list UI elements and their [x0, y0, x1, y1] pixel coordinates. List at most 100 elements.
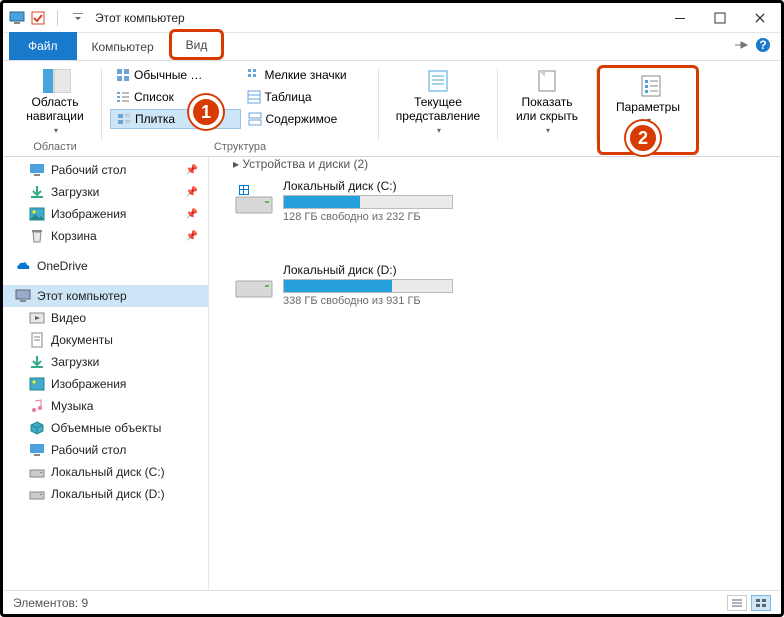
ribbon-group-panes-label: Области — [33, 141, 77, 155]
chevron-down-icon: ▾ — [54, 126, 58, 136]
drive-free-text: 338 ГБ свободно из 931 ГБ — [283, 295, 453, 307]
navigation-pane-button[interactable]: Область навигации ▾ — [17, 65, 93, 139]
nav-onedrive[interactable]: OneDrive — [3, 255, 208, 277]
content-icon — [248, 112, 262, 126]
minimize-button[interactable] — [665, 8, 695, 28]
nav-pictures2[interactable]: Изображения — [3, 373, 208, 395]
show-hide-button[interactable]: Показать или скрыть ▾ — [506, 65, 588, 139]
ribbon-group-current-view: Текущее представление ▾ — [379, 65, 497, 155]
nav-desktop[interactable]: Рабочий стол📌 — [3, 159, 208, 181]
chevron-down-icon: ▾ — [437, 126, 441, 136]
downloads-icon — [29, 354, 45, 370]
pictures-icon — [29, 376, 45, 392]
drive-name: Локальный диск (C:) — [283, 179, 453, 193]
downloads-icon — [29, 184, 45, 200]
layout-table[interactable]: Таблица — [241, 87, 371, 107]
recycle-icon — [29, 228, 45, 244]
ribbon-group-show-hide: Показать или скрыть ▾ — [498, 65, 596, 155]
current-view-label: Текущее представление — [393, 95, 483, 124]
ribbon-group-panes: Область навигации ▾ Области — [9, 65, 101, 155]
callout-badge-1: 1 — [189, 95, 223, 129]
monitor-icon — [9, 9, 27, 27]
pictures-icon — [29, 206, 45, 222]
pin-icon: 📌 — [186, 231, 198, 242]
content-pane: ▸ Устройства и диски (2) Локальный диск … — [209, 157, 781, 590]
options-icon — [636, 74, 660, 98]
layout-large[interactable]: Обычные … — [110, 65, 240, 85]
navigation-pane-icon — [43, 69, 67, 93]
nav-downloads2[interactable]: Загрузки — [3, 351, 208, 373]
nav-3d-objects[interactable]: Объемные объекты — [3, 417, 208, 439]
status-bar: Элементов: 9 — [3, 590, 781, 614]
pin-icon: 📌 — [186, 187, 198, 198]
section-header[interactable]: ▸ Устройства и диски (2) — [221, 157, 769, 177]
callout-badge-2: 2 — [626, 121, 660, 155]
current-view-icon — [426, 69, 450, 93]
nav-pictures[interactable]: Изображения📌 — [3, 203, 208, 225]
layout-small[interactable]: Мелкие значки — [241, 65, 371, 85]
large-icons-icon — [116, 68, 130, 82]
show-hide-icon — [535, 69, 559, 93]
tab-computer[interactable]: Компьютер — [77, 33, 169, 60]
view-details-button[interactable] — [727, 595, 747, 611]
drive-usage-bar — [283, 195, 453, 209]
checkbox-icon[interactable] — [29, 9, 47, 27]
cube-icon — [29, 420, 45, 436]
nav-videos[interactable]: Видео — [3, 307, 208, 329]
table-icon — [247, 90, 261, 104]
nav-disk-d[interactable]: Локальный диск (D:) — [3, 483, 208, 505]
pin-icon: 📌 — [186, 165, 198, 176]
tab-file[interactable]: Файл — [9, 32, 77, 60]
pin-icon: 📌 — [186, 209, 198, 220]
desktop-icon — [29, 442, 45, 458]
help-icon[interactable]: ? — [755, 37, 771, 53]
videos-icon — [29, 310, 45, 326]
ribbon-tabs: Файл Компьютер Вид ? — [3, 33, 781, 61]
nav-recycle[interactable]: Корзина📌 — [3, 225, 208, 247]
maximize-button[interactable] — [705, 8, 735, 28]
drive-tile[interactable]: Локальный диск (C:) 128 ГБ свободно из 2… — [233, 179, 483, 223]
music-icon — [29, 398, 45, 414]
svg-text:?: ? — [759, 38, 766, 52]
drive-usage-bar — [283, 279, 453, 293]
window-title: Этот компьютер — [95, 11, 665, 25]
nav-disk-c[interactable]: Локальный диск (C:) — [3, 461, 208, 483]
titlebar: Этот компьютер — [3, 3, 781, 33]
drive-icon — [233, 263, 275, 305]
show-hide-label: Показать или скрыть — [512, 95, 582, 124]
drive-icon — [233, 179, 275, 221]
drive-tile[interactable]: Локальный диск (D:) 338 ГБ свободно из 9… — [233, 263, 483, 307]
ribbon-group-layout: Обычные … Мелкие значки Список Таблица П… — [102, 65, 378, 155]
nav-downloads[interactable]: Загрузки📌 — [3, 181, 208, 203]
documents-icon — [29, 332, 45, 348]
close-button[interactable] — [745, 8, 775, 28]
disk-icon — [29, 486, 45, 502]
nav-music[interactable]: Музыка — [3, 395, 208, 417]
tab-view[interactable]: Вид — [169, 29, 225, 60]
nav-documents[interactable]: Документы — [3, 329, 208, 351]
explorer-window: Этот компьютер Файл Компьютер Вид ? Обла… — [0, 0, 784, 617]
window-controls — [665, 8, 775, 28]
small-icons-icon — [247, 68, 261, 82]
chevron-down-icon: ▾ — [546, 126, 550, 136]
disk-icon — [29, 464, 45, 480]
onedrive-icon — [15, 258, 31, 274]
nav-desktop2[interactable]: Рабочий стол — [3, 439, 208, 461]
desktop-icon — [29, 162, 45, 178]
navigation-pane-label: Область навигации — [23, 95, 87, 124]
drive-free-text: 128 ГБ свободно из 232 ГБ — [283, 211, 453, 223]
ribbon: Область навигации ▾ Области Обычные … Ме… — [3, 61, 781, 157]
nav-this-pc[interactable]: Этот компьютер — [3, 285, 208, 307]
current-view-button[interactable]: Текущее представление ▾ — [387, 65, 489, 139]
navigation-pane: Рабочий стол📌 Загрузки📌 Изображения📌 Кор… — [3, 157, 209, 590]
qat-dropdown[interactable] — [69, 9, 87, 27]
layout-content[interactable]: Содержимое — [242, 109, 371, 129]
computer-icon — [15, 288, 31, 304]
ribbon-group-layout-label: Структура — [214, 141, 266, 155]
options-label: Параметры — [616, 100, 680, 114]
pin-icon[interactable] — [733, 37, 749, 53]
drive-name: Локальный диск (D:) — [283, 263, 453, 277]
view-tiles-button[interactable] — [751, 595, 771, 611]
quick-access-toolbar — [9, 9, 87, 27]
qat-separator — [49, 9, 67, 27]
